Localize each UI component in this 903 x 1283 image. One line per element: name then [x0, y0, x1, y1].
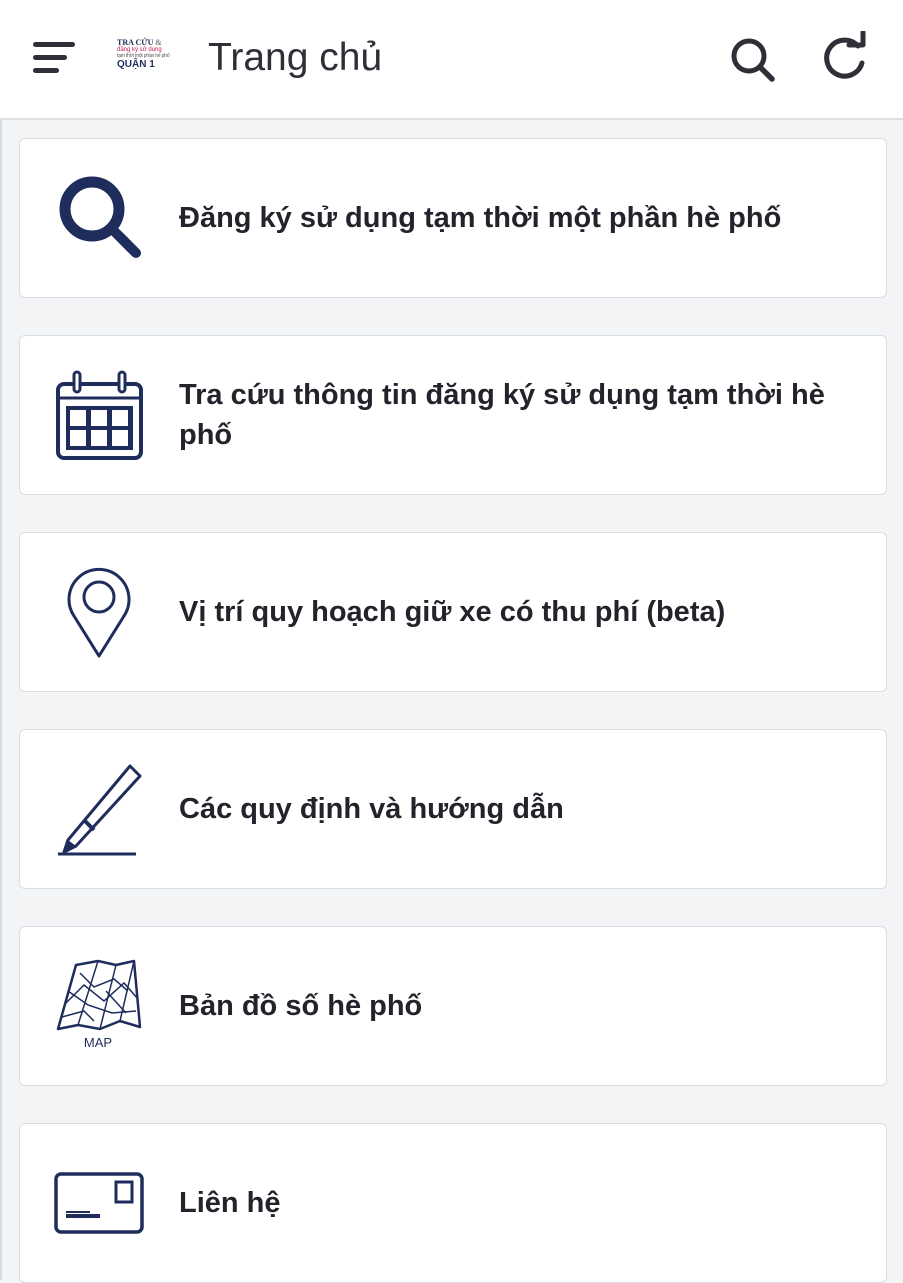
menu-item-label: Tra cứu thông tin đăng ký sử dụng tạm th…: [179, 379, 825, 451]
menu-item-label: Các quy định và hướng dẫn: [179, 793, 564, 825]
menu-item-map[interactable]: MAP Bản đồ số hè phố: [19, 926, 887, 1086]
menu-item-parking[interactable]: Vị trí quy hoạch giữ xe có thu phí (beta…: [19, 532, 887, 692]
menu-item-label: Vị trí quy hoạch giữ xe có thu phí (beta…: [179, 596, 726, 628]
menu-item-label: Liên hệ: [179, 1187, 281, 1219]
contact-card-icon: [54, 1152, 150, 1256]
menu-item-lookup[interactable]: Tra cứu thông tin đăng ký sử dụng tạm th…: [19, 335, 887, 495]
menu-item-register[interactable]: Đăng ký sử dụng tạm thời một phần hè phố: [19, 138, 887, 298]
map-icon-label: MAP: [84, 1035, 112, 1050]
search-icon: [54, 167, 150, 271]
menu-item-label: Đăng ký sử dụng tạm thời một phần hè phố: [179, 202, 782, 234]
hamburger-menu-icon[interactable]: [28, 34, 82, 84]
menu-item-regulations[interactable]: Các quy định và hướng dẫn: [19, 729, 887, 889]
page-title: Trang chủ: [208, 36, 383, 79]
app-logo: TRA CỨU & đăng ký sử dụng tạm thời một ph…: [117, 38, 170, 70]
map-icon: MAP: [54, 955, 150, 1059]
map-pin-icon: [54, 561, 150, 665]
app-bar: TRA CỨU & đăng ký sử dụng tạm thời một ph…: [0, 0, 903, 120]
pen-icon: [54, 758, 150, 862]
calendar-icon: [54, 364, 150, 468]
menu-item-contact[interactable]: Liên hệ: [19, 1123, 887, 1283]
left-edge-divider: [0, 120, 2, 1280]
search-icon[interactable]: [727, 34, 779, 86]
menu-item-label: Bản đồ số hè phố: [179, 990, 423, 1022]
refresh-icon[interactable]: [818, 29, 872, 85]
